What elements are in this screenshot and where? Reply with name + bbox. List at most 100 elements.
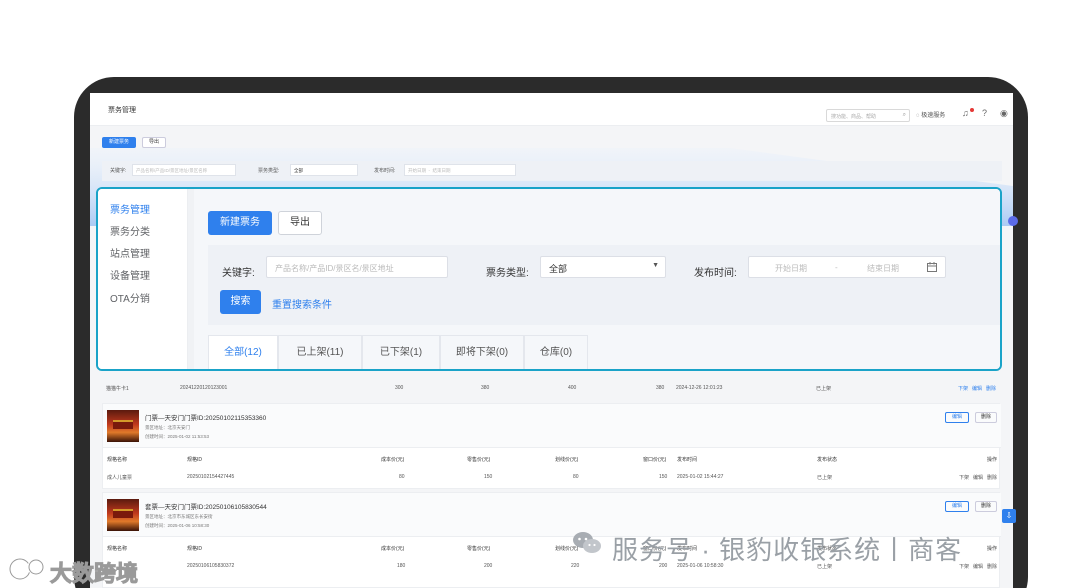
ticket-title: 套票—天安门门票ID:20250106105830544: [145, 504, 267, 511]
ticket-delete-button[interactable]: 删除: [975, 501, 997, 512]
ticket-address: 景区地址：北京市东城区东长安街: [145, 514, 213, 519]
col-cost: 成本价(元): [381, 546, 405, 552]
row-window: 380: [656, 385, 665, 391]
watermark-text: 服务号 · 银豹收银系统丨商客: [612, 535, 963, 565]
wechat-icon: [573, 532, 601, 553]
row-edit-link[interactable]: 编辑: [972, 385, 982, 392]
ticket-edit-button[interactable]: 编辑: [945, 412, 969, 423]
filter-panel: 关键字: 产品名称/产品ID/景区名/景区地址 票务类型: 全部 ▼ 发布时间:…: [208, 245, 1000, 325]
search-button[interactable]: 搜索: [220, 290, 261, 314]
col-time: 发布时间: [677, 457, 698, 463]
ticket-edit-button[interactable]: 编辑: [945, 501, 969, 512]
col-status: 发布状态: [817, 457, 838, 463]
service-link[interactable]: ◌ 极速服务: [916, 110, 945, 119]
sidebar-item-ticket-category[interactable]: 票务分类: [110, 223, 150, 238]
cell-edit-link[interactable]: 编辑: [973, 563, 983, 570]
date-separator: -: [835, 263, 838, 272]
notification-dot: [970, 108, 974, 112]
cell-retail: 200: [484, 563, 493, 569]
cell-vip: 220: [571, 563, 580, 569]
cell-delete-link[interactable]: 删除: [987, 563, 997, 570]
page-title: 票务管理: [108, 107, 136, 114]
search-placeholder: 搜功能、商品、帮助: [831, 114, 877, 120]
export-button[interactable]: 导出: [278, 211, 322, 235]
mini-keyword-input[interactable]: 产品名称/产品ID/景区地址/景区名称: [132, 164, 236, 176]
reset-filters-link[interactable]: 重置搜索条件: [272, 296, 332, 311]
publish-time-label: 发布时间:: [694, 268, 737, 279]
row-delete-link[interactable]: 删除: [986, 385, 996, 392]
ticket-delete-button[interactable]: 删除: [975, 412, 997, 423]
help-icon[interactable]: ?: [982, 108, 987, 118]
keyword-input[interactable]: 产品名称/产品ID/景区名/景区地址: [266, 256, 448, 278]
global-search-input[interactable]: 搜功能、商品、帮助 ⌕: [826, 109, 910, 122]
cell-cost: 80: [399, 474, 405, 480]
mini-date-label: 发布时间:: [374, 168, 396, 174]
cell-edit-link[interactable]: 编辑: [973, 474, 983, 481]
sidebar: 票务管理 票务分类 站点管理 设备管理 OTA分销: [98, 189, 188, 369]
cell-spec-id: 20250106105830372: [187, 563, 235, 569]
col-retail: 零售价(元): [467, 546, 491, 552]
tab-unlisted[interactable]: 已下架(1): [362, 335, 440, 369]
cell-status: 已上架: [817, 475, 833, 481]
ticket-type-select[interactable]: 全部 ▼: [540, 256, 666, 278]
date-start-placeholder: 开始日期: [775, 264, 807, 273]
row-id: 20241220120123001: [180, 385, 228, 391]
top-header: 票务管理 搜功能、商品、帮助 ⌕ ◌ 极速服务 ♫ ? ◉: [90, 93, 1013, 126]
col-spec-id: 规格ID: [187, 546, 203, 552]
floating-dot-icon[interactable]: [1008, 216, 1018, 226]
ticket-title: 门票—天安门门票ID:20250102115353360: [145, 415, 267, 422]
mini-type-select[interactable]: 全部: [290, 164, 358, 176]
cell-delete-link[interactable]: 删除: [987, 474, 997, 481]
search-icon[interactable]: ⌕: [903, 112, 906, 119]
tab-all[interactable]: 全部(12): [208, 335, 278, 369]
row-cost: 300: [395, 385, 404, 391]
sidebar-item-ota-distribution[interactable]: OTA分销: [110, 290, 150, 305]
mini-date-range[interactable]: 开始日期 - 结束日期: [404, 164, 516, 176]
cell-cost: 180: [397, 563, 406, 569]
col-actions: 操作: [987, 546, 998, 552]
ticket-type-label: 票务类型:: [486, 268, 529, 279]
magnified-panel: 票务管理 票务分类 站点管理 设备管理 OTA分销 新建票务 导出 关键字: 产…: [96, 187, 1002, 371]
publish-date-range[interactable]: 开始日期 - 结束日期: [748, 256, 946, 278]
sidebar-item-site-management[interactable]: 站点管理: [110, 245, 150, 260]
col-spec-id: 规格ID: [187, 457, 203, 463]
download-icon[interactable]: ⇩: [1002, 509, 1016, 523]
cell-time: 2025-01-02 15:44:27: [677, 474, 724, 480]
col-vip: 划线价(元): [555, 457, 579, 463]
tab-expiring[interactable]: 即将下架(0): [440, 335, 524, 369]
corner-logo-text: 大数跨境: [49, 561, 139, 587]
cell-unlist-link[interactable]: 下架: [959, 474, 969, 481]
tab-listed[interactable]: 已上架(11): [278, 335, 362, 369]
col-spec-name: 规格名称: [107, 546, 128, 552]
date-end-placeholder: 结束日期: [867, 264, 899, 273]
sidebar-item-device-management[interactable]: 设备管理: [110, 267, 150, 282]
sidebar-item-ticket-management[interactable]: 票务管理: [110, 201, 150, 216]
row-retail: 380: [481, 385, 490, 391]
row-name: 猫猫牛卡1: [106, 386, 129, 392]
col-actions: 操作: [987, 457, 998, 463]
mini-keyword-label: 关键字:: [110, 168, 127, 174]
cell-retail: 150: [484, 474, 493, 480]
keyword-placeholder: 产品名称/产品ID/景区名/景区地址: [275, 264, 394, 273]
ticket-thumbnail: [107, 499, 139, 531]
ticket-thumbnail: [107, 410, 139, 442]
mini-type-label: 票务类型:: [258, 168, 280, 174]
col-window: 窗口价(元): [643, 457, 667, 463]
ticket-created: 创建时间：2025-01-06 10:58:30: [145, 523, 210, 528]
col-cost: 成本价(元): [381, 457, 405, 463]
ticket-created: 创建时间：2025-01-02 11:53:53: [145, 434, 209, 439]
row-status: 已上架: [816, 386, 832, 392]
keyword-label: 关键字:: [222, 268, 255, 279]
tab-warehouse[interactable]: 仓库(0): [524, 335, 588, 369]
presentation-stage: 票务管理 搜功能、商品、帮助 ⌕ ◌ 极速服务 ♫ ? ◉ 新建票务 导出 关键…: [0, 0, 1080, 588]
col-spec-name: 规格名称: [107, 457, 128, 463]
user-icon[interactable]: ◉: [1000, 108, 1008, 119]
row-unlist-link[interactable]: 下架: [958, 385, 968, 392]
ticket-type-value: 全部: [549, 264, 568, 274]
chevron-down-icon: ▼: [652, 262, 659, 269]
row-vip: 400: [568, 385, 577, 391]
col-retail: 零售价(元): [467, 457, 491, 463]
bell-icon[interactable]: ♫: [962, 108, 969, 118]
calendar-icon: [927, 262, 937, 272]
new-ticket-button[interactable]: 新建票务: [208, 211, 272, 235]
